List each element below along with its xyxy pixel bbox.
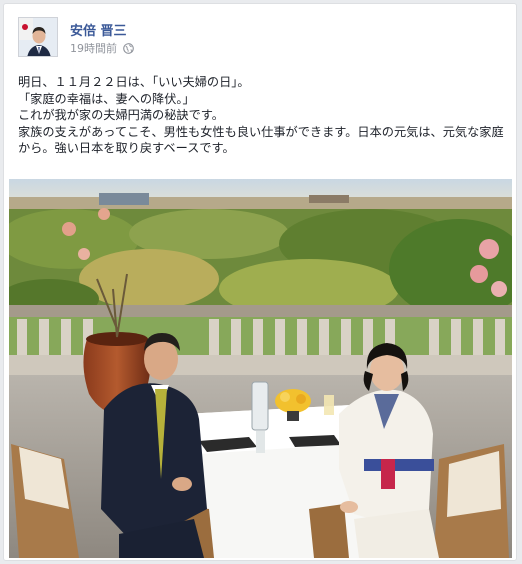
post-header: 安倍 晋三 19時間前 — [18, 17, 502, 61]
couple-terrace-photo-icon — [9, 179, 512, 558]
post-text-line: 「家庭の幸福は、妻への降伏。」 — [18, 91, 195, 106]
globe-icon[interactable] — [123, 42, 134, 54]
avatar[interactable] — [18, 17, 58, 57]
post-card: 安倍 晋三 19時間前 明日、１１月２２日は、「いい夫婦の日」。 「家庭の幸福は… — [3, 3, 517, 561]
post-timestamp[interactable]: 19時間前 — [70, 40, 117, 56]
post-meta: 19時間前 — [70, 40, 134, 56]
post-text-line: これが我が家の夫婦円満の秘訣です。 — [18, 108, 224, 122]
post-photo[interactable] — [9, 179, 512, 558]
post-text-line: 家族の支えがあってこそ、男性も女性も良い仕事ができます。日本の元気は、元気な家庭… — [18, 124, 504, 156]
avatar-portrait-icon — [19, 18, 57, 56]
post-text-line: 明日、１１月２２日は、「いい夫婦の日」。 — [18, 75, 250, 89]
post-body-text: 明日、１１月２２日は、「いい夫婦の日」。 「家庭の幸福は、妻への降伏。」 これが… — [18, 74, 506, 157]
author-name-link[interactable]: 安倍 晋三 — [70, 20, 127, 39]
